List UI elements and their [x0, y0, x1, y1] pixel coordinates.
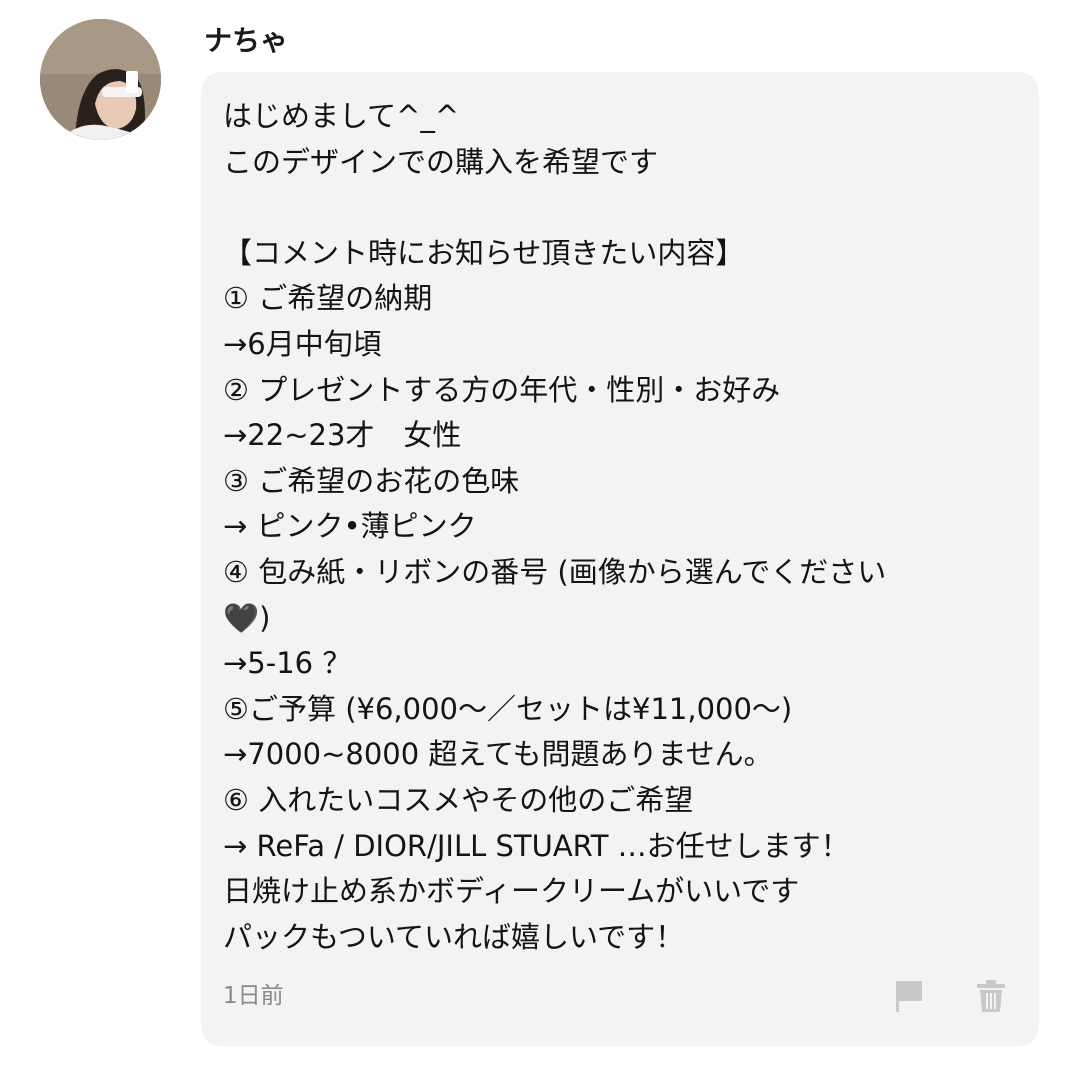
comment-line: → ReFa / DIOR/JILL STUART …お任せします！ — [223, 828, 850, 863]
comment-line: 🖤) — [223, 600, 271, 635]
comment-line: ③ ご希望のお花の色味 — [223, 463, 520, 498]
comment-line: →22~23才 女性 — [223, 418, 462, 453]
comment-line: はじめまして^_^ — [223, 99, 460, 133]
comment-line: →6月中旬頃 — [223, 326, 382, 361]
comment-line: →7000~8000 超えても問題ありません。 — [223, 737, 773, 772]
comment-line: パックもついていれば嬉しいです！ — [223, 919, 685, 954]
comment-line — [223, 185, 1013, 231]
comment-line: ① ご希望の納期 — [223, 281, 433, 316]
comment-line: ④ 包み紙・リボンの番号 (画像から選んでください — [223, 554, 887, 589]
comment-line: ⑥ 入れたいコスメやその他のご希望 — [223, 782, 694, 817]
comment-line: ② プレゼントする方の年代・性別・お好み — [223, 372, 781, 407]
user-avatar[interactable] — [40, 19, 161, 140]
report-button[interactable] — [889, 976, 929, 1016]
delete-button[interactable] — [971, 976, 1011, 1016]
comment-line: →5-16 ？ — [223, 646, 352, 681]
author-name[interactable]: ナちゃ — [204, 22, 288, 60]
comment-line: 【コメント時にお知らせ頂きたい内容】 — [223, 235, 745, 270]
flag-icon — [896, 981, 922, 1012]
comment-line: このデザインでの購入を希望です — [223, 144, 659, 179]
comment-timestamp: 1日前 — [223, 983, 284, 1009]
comment-line: → ピンク•薄ピンク — [223, 509, 477, 544]
trash-icon — [977, 980, 1005, 1012]
comment-line: ⑤ご予算 (¥6,000～／セットは¥11,000～) — [223, 691, 793, 726]
comment-bubble: はじめまして^_^ このデザインでの購入を希望です 【コメント時にお知らせ頂きた… — [201, 72, 1039, 1046]
avatar-photo — [40, 19, 161, 140]
comment-line: 日焼け止め系かボディークリームがいいです — [223, 874, 800, 909]
comment-text: はじめまして^_^ このデザインでの購入を希望です 【コメント時にお知らせ頂きた… — [223, 94, 1013, 960]
